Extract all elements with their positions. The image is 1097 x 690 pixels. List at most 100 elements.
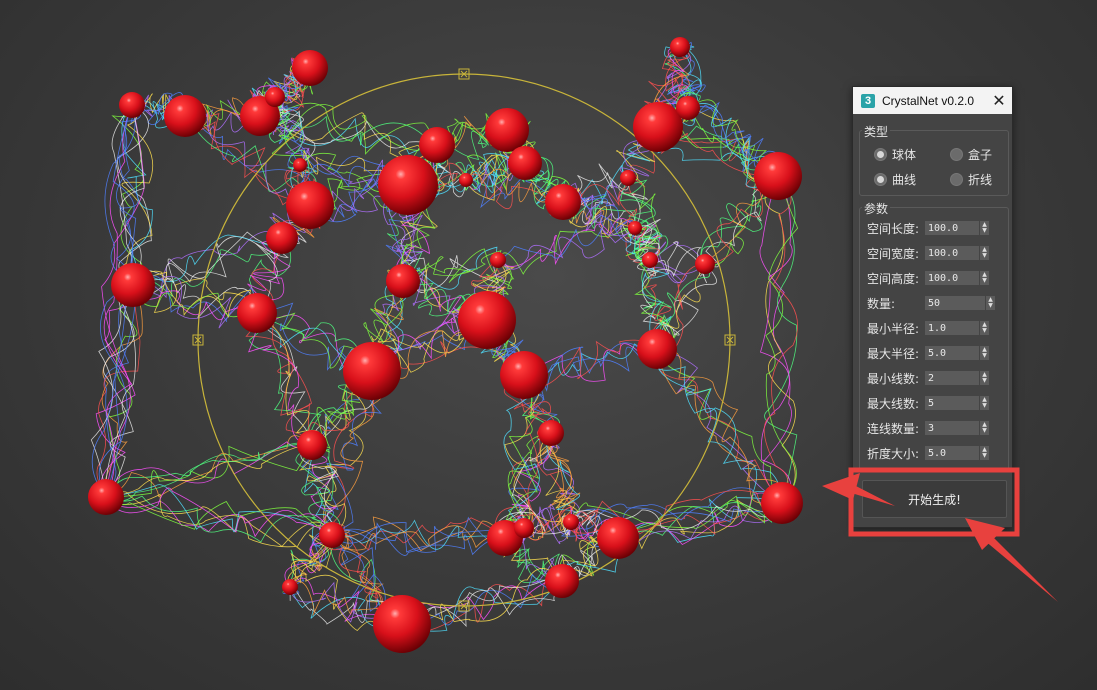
radio-sphere[interactable]: 球体 bbox=[874, 146, 916, 163]
param-label: 最大半径: bbox=[867, 346, 920, 361]
network-curve bbox=[105, 284, 138, 498]
network-curve bbox=[105, 444, 313, 498]
sphere-node[interactable] bbox=[265, 87, 285, 107]
network-curve bbox=[105, 493, 333, 547]
sphere-node[interactable] bbox=[282, 579, 298, 595]
sphere-node[interactable] bbox=[633, 102, 683, 152]
param-value-field[interactable]: 5.0 bbox=[925, 446, 979, 460]
sphere-node[interactable] bbox=[266, 222, 298, 254]
sphere-node[interactable] bbox=[88, 479, 124, 515]
network-curve bbox=[331, 522, 506, 556]
sphere-node[interactable] bbox=[676, 96, 700, 120]
network-curve bbox=[763, 175, 798, 504]
network-curve bbox=[617, 497, 783, 543]
sphere-node[interactable] bbox=[164, 95, 206, 137]
generate-button[interactable]: 开始生成! bbox=[862, 480, 1007, 518]
param-row: 最大线数: 5 ▲ ▼ bbox=[867, 395, 989, 411]
network-curve bbox=[656, 348, 783, 505]
sphere-node[interactable] bbox=[508, 146, 542, 180]
sphere-node[interactable] bbox=[319, 522, 345, 548]
sphere-node[interactable] bbox=[538, 420, 564, 446]
sphere-node[interactable] bbox=[545, 184, 581, 220]
radio-curve-label: 曲线 bbox=[892, 173, 917, 187]
network-curve bbox=[656, 348, 783, 504]
3dsmax-icon: 3 bbox=[861, 93, 875, 108]
sphere-node[interactable] bbox=[563, 514, 579, 530]
sphere-node[interactable] bbox=[297, 430, 327, 460]
network-curve bbox=[655, 348, 783, 504]
spinner-arrows-icon[interactable]: ▲ ▼ bbox=[980, 221, 989, 235]
sphere-node[interactable] bbox=[459, 173, 473, 187]
param-label: 最小线数: bbox=[867, 371, 920, 386]
sphere-node[interactable] bbox=[378, 155, 438, 215]
radio-box-label: 盒子 bbox=[968, 148, 993, 162]
param-value-field[interactable]: 2 bbox=[925, 371, 979, 385]
sphere-node[interactable] bbox=[386, 264, 420, 298]
network-curve bbox=[132, 231, 283, 286]
spinner-arrows-icon[interactable]: ▲ ▼ bbox=[980, 446, 989, 460]
param-value-field[interactable]: 100.0 bbox=[925, 221, 979, 235]
radio-sphere-label: 球体 bbox=[892, 148, 917, 162]
spinner-arrows-icon[interactable]: ▲ ▼ bbox=[980, 271, 989, 285]
param-value-field[interactable]: 1.0 bbox=[925, 321, 979, 335]
param-value-field[interactable]: 100.0 bbox=[925, 246, 979, 260]
radio-box[interactable]: 盒子 bbox=[950, 146, 992, 163]
network-curve bbox=[132, 236, 283, 286]
sphere-node[interactable] bbox=[293, 158, 307, 172]
param-value-field[interactable]: 5.0 bbox=[925, 346, 979, 360]
sphere-node[interactable] bbox=[343, 342, 401, 400]
param-value-field[interactable]: 3 bbox=[925, 421, 979, 435]
sphere-node[interactable] bbox=[490, 252, 506, 268]
param-value-field[interactable]: 50 bbox=[925, 296, 985, 310]
network-curve bbox=[655, 348, 783, 504]
param-label: 折度大小: bbox=[867, 446, 920, 461]
param-value-field[interactable]: 5 bbox=[925, 396, 979, 410]
sphere-node[interactable] bbox=[111, 263, 155, 307]
close-icon[interactable]: ✕ bbox=[986, 87, 1012, 114]
sphere-node[interactable] bbox=[597, 517, 639, 559]
spinner-arrows-icon[interactable]: ▲ ▼ bbox=[980, 246, 989, 260]
panel-title: CrystalNet v0.2.0 bbox=[882, 93, 975, 108]
spinner-arrows-icon[interactable]: ▲ ▼ bbox=[980, 321, 989, 335]
param-label: 最大线数: bbox=[867, 396, 920, 411]
param-row: 空间长度: 100.0 ▲ ▼ bbox=[867, 220, 989, 236]
sphere-node[interactable] bbox=[373, 595, 431, 653]
panel-titlebar[interactable]: 3 CrystalNet v0.2.0 ✕ bbox=[853, 87, 1012, 114]
sphere-node[interactable] bbox=[485, 108, 529, 152]
sphere-node[interactable] bbox=[286, 181, 334, 229]
sphere-node[interactable] bbox=[670, 37, 690, 57]
sphere-node[interactable] bbox=[514, 518, 534, 538]
sphere-node[interactable] bbox=[545, 564, 579, 598]
params-group-label: 参数 bbox=[862, 200, 891, 217]
param-row: 数量: 50 ▲ ▼ bbox=[867, 295, 995, 311]
sphere-node[interactable] bbox=[761, 482, 803, 524]
sphere-node[interactable] bbox=[695, 254, 715, 274]
sphere-node[interactable] bbox=[620, 170, 636, 186]
param-value-field[interactable]: 100.0 bbox=[925, 271, 979, 285]
param-row: 折度大小: 5.0 ▲ ▼ bbox=[867, 445, 989, 461]
spinner-arrows-icon[interactable]: ▲ ▼ bbox=[980, 421, 989, 435]
sphere-node[interactable] bbox=[500, 351, 548, 399]
sphere-node[interactable] bbox=[637, 329, 677, 369]
spinner-arrows-icon[interactable]: ▲ ▼ bbox=[986, 296, 995, 310]
spinner-arrows-icon[interactable]: ▲ ▼ bbox=[980, 396, 989, 410]
sphere-node[interactable] bbox=[119, 92, 145, 118]
param-label: 最小半径: bbox=[867, 321, 920, 336]
param-row: 空间高度: 100.0 ▲ ▼ bbox=[867, 270, 989, 286]
spinner-arrows-icon[interactable]: ▲ ▼ bbox=[980, 371, 989, 385]
spinner-arrows-icon[interactable]: ▲ ▼ bbox=[980, 346, 989, 360]
network-curve bbox=[759, 175, 792, 504]
network-curve bbox=[538, 432, 574, 526]
sphere-node[interactable] bbox=[628, 221, 642, 235]
radio-curve[interactable]: 曲线 bbox=[874, 171, 916, 188]
network-curve bbox=[331, 519, 506, 550]
sphere-node[interactable] bbox=[292, 50, 328, 86]
radio-polyline-label: 折线 bbox=[968, 173, 993, 187]
network-curve bbox=[132, 234, 283, 286]
sphere-node[interactable] bbox=[237, 293, 277, 333]
sphere-node[interactable] bbox=[458, 291, 516, 349]
sphere-node[interactable] bbox=[419, 127, 455, 163]
sphere-node[interactable] bbox=[642, 252, 658, 268]
radio-polyline[interactable]: 折线 bbox=[950, 171, 992, 188]
sphere-node[interactable] bbox=[754, 152, 802, 200]
